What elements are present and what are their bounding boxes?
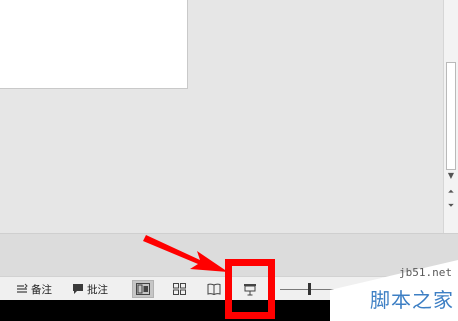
vertical-scrollbar[interactable]: ▼ ⏶ ⏷	[443, 0, 458, 233]
slide-sorter-view-button[interactable]	[168, 280, 190, 298]
slide-editor-area[interactable]	[0, 0, 443, 233]
watermark: jb51.net 脚本之家	[330, 260, 458, 321]
notes-icon	[16, 283, 28, 295]
next-slide-icon[interactable]: ⏷	[445, 200, 457, 212]
comments-label: 批注	[87, 283, 108, 296]
reading-view-icon	[207, 283, 221, 295]
scroll-down-icon[interactable]: ▼	[445, 170, 457, 182]
watermark-text: 脚本之家	[370, 288, 454, 312]
highlight-box	[225, 259, 275, 319]
slide-canvas[interactable]	[0, 0, 188, 89]
comments-button[interactable]: 批注	[72, 281, 108, 297]
slide-sorter-icon	[172, 283, 186, 295]
normal-view-icon	[136, 283, 150, 295]
reading-view-button[interactable]	[203, 280, 225, 298]
previous-slide-icon[interactable]: ⏶	[445, 186, 457, 198]
watermark-url: jb51.net	[399, 266, 452, 279]
notes-label: 备注	[31, 283, 52, 296]
red-arrow-icon	[143, 235, 228, 272]
notes-button[interactable]: 备注	[16, 281, 52, 297]
presentation-app-window: ▼ ⏶ ⏷ 备注 批注 jb51.net 脚本之家	[0, 0, 458, 321]
scrollbar-thumb[interactable]	[446, 62, 456, 170]
comment-icon	[72, 283, 84, 295]
zoom-slider-thumb[interactable]	[308, 283, 311, 295]
normal-view-button[interactable]	[132, 280, 154, 298]
